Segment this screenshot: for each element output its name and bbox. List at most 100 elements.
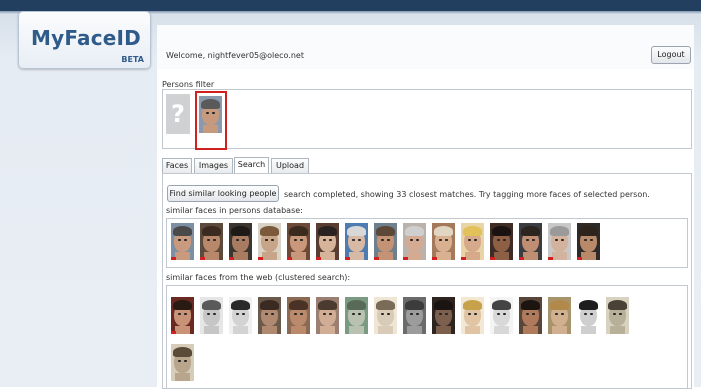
db-face-thumbnail[interactable] (345, 223, 368, 260)
face-eye (561, 313, 564, 315)
face-eye (212, 112, 215, 114)
face-hair (201, 99, 220, 109)
face-eye (526, 239, 529, 241)
web-face-thumbnail[interactable] (519, 297, 542, 334)
tab-images[interactable]: Images (194, 158, 233, 173)
face-hair (202, 300, 221, 310)
tag-marker (171, 257, 176, 260)
db-face-thumbnail[interactable] (461, 223, 484, 260)
web-face-thumbnail[interactable] (229, 297, 252, 334)
face-eye (497, 239, 500, 241)
find-similar-button[interactable]: Find similar looking people (167, 185, 279, 202)
face-eye (352, 313, 355, 315)
face-eye (410, 313, 413, 315)
top-bar (0, 0, 701, 11)
face-hair (173, 300, 192, 310)
db-face-thumbnail[interactable] (287, 223, 310, 260)
web-face-thumbnail[interactable] (461, 297, 484, 334)
face-eye (271, 313, 274, 315)
tag-marker (548, 257, 553, 260)
tab-search[interactable]: Search (234, 157, 269, 173)
face-eye (236, 239, 239, 241)
face-eye (242, 239, 245, 241)
face-eye (184, 239, 187, 241)
db-face-thumbnail[interactable] (258, 223, 281, 260)
face-neck (552, 252, 567, 260)
web-face-thumbnail[interactable] (171, 297, 194, 334)
selected-person[interactable] (195, 91, 227, 150)
db-face-thumbnail[interactable] (316, 223, 339, 260)
face-eye (497, 313, 500, 315)
face-neck (204, 326, 219, 334)
tab-faces[interactable]: Faces (162, 158, 192, 173)
face-neck (175, 326, 190, 334)
face-hair (202, 226, 221, 236)
face-neck (436, 326, 451, 334)
persons-filter-label: Persons filter (162, 80, 215, 89)
db-face-thumbnail[interactable] (229, 223, 252, 260)
web-face-thumbnail[interactable] (577, 297, 600, 334)
db-face-thumbnail[interactable] (548, 223, 571, 260)
web-face-thumbnail[interactable] (606, 297, 629, 334)
logout-button[interactable]: Logout (651, 46, 691, 64)
tag-marker (577, 257, 582, 260)
face-neck (262, 326, 277, 334)
face-neck (407, 252, 422, 260)
db-face-thumbnail[interactable] (374, 223, 397, 260)
face-eye (468, 313, 471, 315)
web-face-thumbnail[interactable] (258, 297, 281, 334)
face-neck (465, 326, 480, 334)
db-face-thumbnail[interactable] (432, 223, 455, 260)
face-eye (323, 313, 326, 315)
db-face-thumbnail[interactable] (171, 223, 194, 260)
web-face-thumbnail[interactable] (200, 297, 223, 334)
face-neck (233, 252, 248, 260)
face-hair (521, 300, 540, 310)
unknown-person-icon[interactable]: ? (166, 94, 190, 134)
web-face-thumbnail[interactable] (432, 297, 455, 334)
face-neck (320, 326, 335, 334)
face-eye (416, 313, 419, 315)
face-hair (173, 347, 192, 357)
web-face-thumbnail[interactable] (316, 297, 339, 334)
face-eye (561, 239, 564, 241)
panel-header: Welcome, nightfever05@oleco.net Logout (157, 25, 694, 69)
face-eye (178, 239, 181, 241)
face-eye (555, 313, 558, 315)
web-face-thumbnail[interactable] (548, 297, 571, 334)
web-faces-list (166, 285, 688, 389)
tag-marker (229, 257, 234, 260)
tag-marker (316, 257, 321, 260)
selected-person-face (199, 96, 222, 133)
app-logo[interactable]: MyFaceID BETA (18, 11, 151, 69)
web-face-thumbnail[interactable] (490, 297, 513, 334)
db-face-thumbnail[interactable] (200, 223, 223, 260)
web-face-thumbnail[interactable] (374, 297, 397, 334)
face-hair (434, 226, 453, 236)
face-hair (347, 226, 366, 236)
face-neck (436, 252, 451, 260)
web-face-thumbnail[interactable] (345, 297, 368, 334)
tag-marker (258, 257, 263, 260)
web-face-thumbnail[interactable] (171, 344, 194, 381)
db-face-thumbnail[interactable] (519, 223, 542, 260)
face-eye (445, 313, 448, 315)
face-hair (521, 226, 540, 236)
db-face-thumbnail[interactable] (490, 223, 513, 260)
persons-filter-box: ? (162, 89, 692, 150)
face-eye (329, 313, 332, 315)
web-face-thumbnail[interactable] (403, 297, 426, 334)
db-faces-label: similar faces in persons database: (166, 206, 303, 215)
face-eye (590, 313, 593, 315)
db-face-thumbnail[interactable] (403, 223, 426, 260)
face-eye (387, 239, 390, 241)
face-neck (523, 252, 538, 260)
tab-upload[interactable]: Upload (271, 158, 309, 173)
face-neck (610, 326, 625, 334)
db-face-thumbnail[interactable] (577, 223, 600, 260)
face-eye (265, 313, 268, 315)
db-faces-list (166, 218, 688, 268)
face-eye (584, 239, 587, 241)
web-face-thumbnail[interactable] (287, 297, 310, 334)
web-faces-label: similar faces from the web (clustered se… (166, 273, 351, 282)
